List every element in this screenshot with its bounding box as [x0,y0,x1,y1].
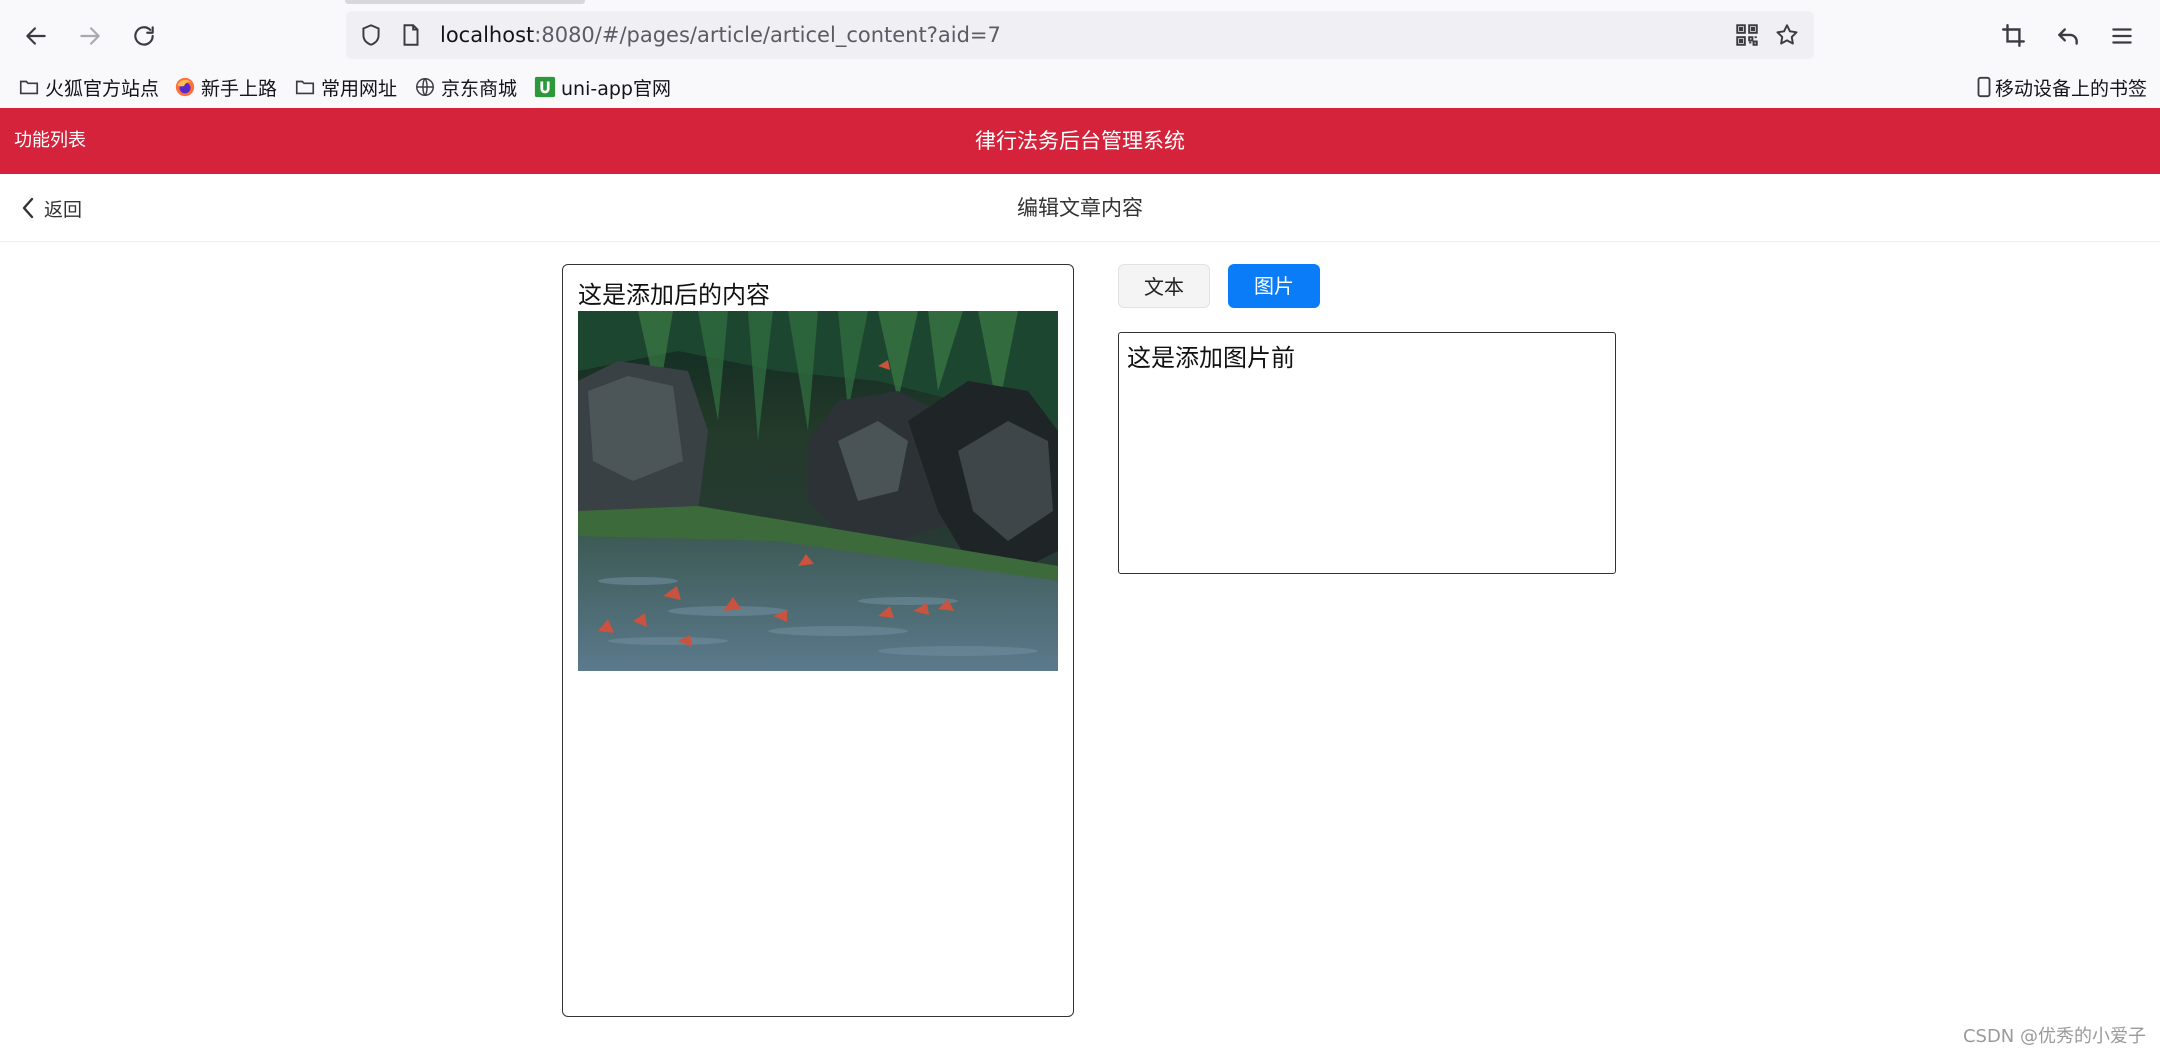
arrow-left-icon [26,27,46,45]
undo-arrow-icon [2058,28,2078,45]
back-label: 返回 [44,198,83,221]
hamburger-menu-icon [2112,28,2132,44]
url-path: :8080/#/pages/article/articel_content?ai… [534,23,1001,47]
crop-icon [2001,23,2025,47]
bookmark-label: 常用网址 [321,77,398,100]
uniapp-icon [534,76,556,98]
chevron-left-icon [22,197,34,219]
bookmark-mobile-devices[interactable]: 移动设备上的书签 [1976,72,2147,102]
image-type-button[interactable]: 图片 [1228,264,1320,308]
shield-icon[interactable] [358,22,384,48]
page-navbar: 编辑文章内容 返回 [0,174,2160,242]
url-text[interactable]: localhost:8080/#/pages/article/articel_c… [440,21,1001,49]
reload-icon [134,26,154,46]
bookmarks-toolbar: 火狐官方站点 新手上路 常用网址 京东商城 uni-app官网 移动设备上的书签 [0,70,2160,106]
editor-content: 这是添加图片前 [1127,344,1295,372]
tab-indicator [345,0,585,4]
mobile-phone-icon [1976,76,1992,98]
bookmark-label: 京东商城 [441,77,518,100]
app-menu-button[interactable] [2104,18,2140,54]
bookmark-common-sites[interactable]: 常用网址 [294,72,397,102]
bookmark-label: uni-app官网 [561,77,671,100]
preview-image [578,311,1058,671]
browser-toolbar: localhost:8080/#/pages/article/articel_c… [0,0,2160,108]
folder-icon [294,76,316,98]
article-preview: 这是添加后的内容 [562,264,1074,1017]
page-title: 编辑文章内容 [1017,196,1143,220]
url-host: localhost [440,23,535,47]
folder-icon [18,76,40,98]
back-nav-button[interactable] [18,18,54,54]
bookmark-label: 移动设备上的书签 [1995,77,2148,100]
back-button[interactable]: 返回 [18,174,82,242]
star-bookmark-icon[interactable] [1774,22,1800,48]
globe-icon [414,76,436,98]
app-header: 律行法务后台管理系统 功能列表 [0,108,2160,174]
preview-text: 这是添加后的内容 [578,281,770,309]
screenshot-button[interactable] [1996,18,2032,54]
page-icon[interactable] [398,22,424,48]
bookmark-label: 新手上路 [201,77,278,100]
qr-code-icon[interactable] [1734,22,1760,48]
text-type-button[interactable]: 文本 [1118,264,1210,308]
bookmark-jd-mall[interactable]: 京东商城 [414,72,517,102]
undo-close-tab-button[interactable] [2050,18,2086,54]
firefox-icon [174,76,196,98]
url-bar[interactable]: localhost:8080/#/pages/article/articel_c… [346,11,1814,59]
bookmark-uniapp[interactable]: uni-app官网 [534,72,671,102]
watermark: CSDN @优秀的小爱子 [1962,1026,2146,1047]
garden-photo-image [578,311,1058,671]
content-editor-textarea[interactable]: 这是添加图片前 [1118,332,1616,574]
arrow-right-icon [80,27,100,45]
bookmark-getting-started[interactable]: 新手上路 [174,72,277,102]
bookmark-label: 火狐官方站点 [45,77,160,100]
function-list-link[interactable]: 功能列表 [14,108,86,174]
app-title: 律行法务后台管理系统 [975,129,1185,153]
reload-button[interactable] [126,18,162,54]
bookmark-firefox-official[interactable]: 火狐官方站点 [18,72,159,102]
forward-nav-button[interactable] [72,18,108,54]
